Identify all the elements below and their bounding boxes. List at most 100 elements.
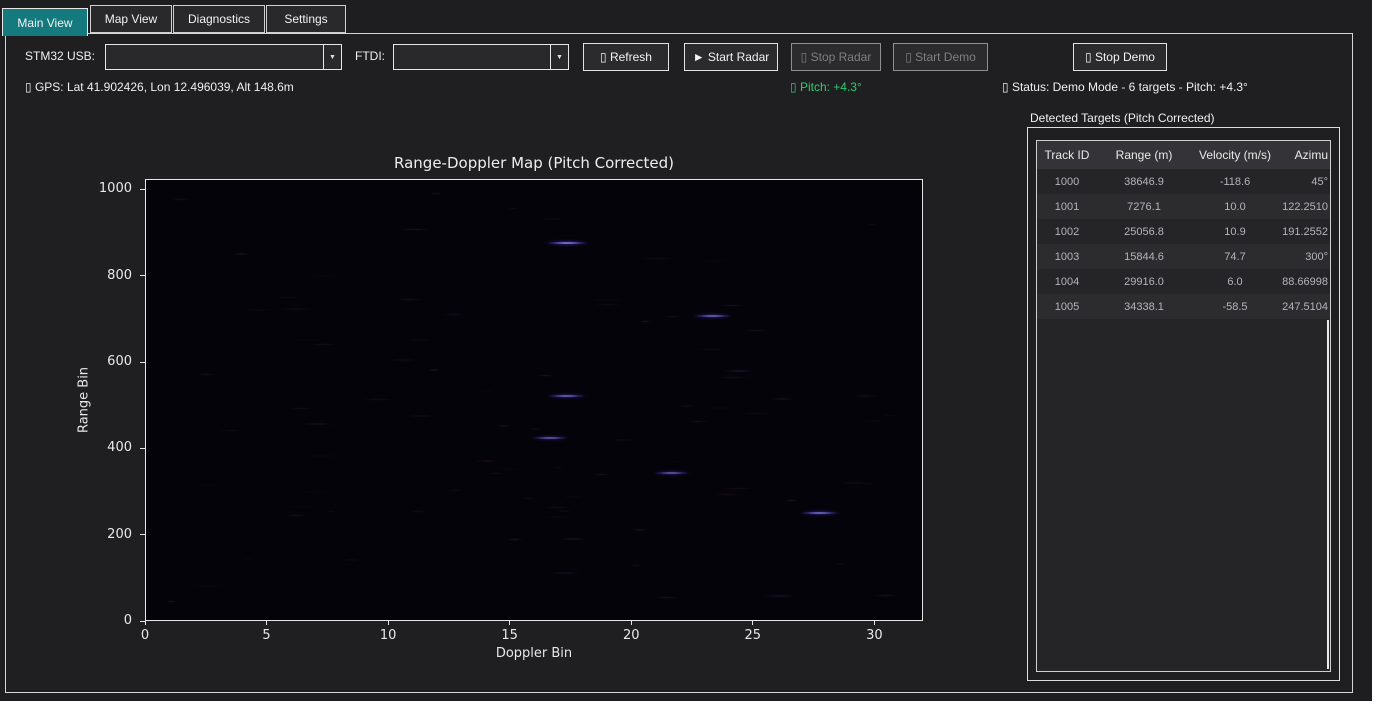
noise-speckle: [298, 455, 345, 458]
tab-map-view[interactable]: Map View: [90, 5, 172, 33]
noise-speckle: [470, 459, 504, 463]
col-velocity: Velocity (m/s): [1191, 148, 1279, 162]
noise-speckle: [588, 303, 628, 306]
noise-speckle: [756, 594, 803, 598]
col-range: Range (m): [1097, 148, 1191, 162]
y-tick-mark: [140, 621, 145, 622]
noise-speckle: [406, 510, 431, 514]
noise-speckle: [693, 260, 735, 262]
noise-speckle: [426, 368, 443, 372]
y-tick-label: 1000: [70, 181, 132, 196]
cell-track-id: 1002: [1037, 226, 1097, 238]
noise-speckle: [832, 563, 850, 566]
noise-speckle: [534, 374, 557, 377]
noise-speckle: [605, 439, 642, 441]
cell-range: 7276.1: [1097, 201, 1191, 213]
table-row[interactable]: 1000 38646.9 -118.6 45°: [1037, 169, 1330, 194]
noise-speckle: [554, 510, 574, 513]
cell-velocity: 10.9: [1191, 226, 1279, 238]
app-window: Main View Map View Diagnostics Settings …: [0, 0, 1372, 701]
table-row[interactable]: 1005 34338.1 -58.5 247.5104: [1037, 294, 1330, 319]
x-tick-mark: [752, 621, 753, 625]
noise-speckle: [697, 407, 744, 409]
noise-speckle: [554, 537, 593, 541]
noise-speckle: [404, 415, 438, 418]
noise-speckle: [229, 252, 254, 256]
noise-speckle: [211, 429, 251, 433]
noise-speckle: [540, 516, 574, 519]
table-row[interactable]: 1001 7276.1 10.0 122.2510: [1037, 194, 1330, 219]
noise-speckle: [879, 414, 901, 418]
target-streak: [683, 311, 742, 321]
ftdi-select[interactable]: ▼: [393, 44, 569, 70]
stop-demo-button[interactable]: ▯ Stop Demo: [1073, 43, 1167, 71]
noise-speckle: [633, 257, 681, 260]
x-tick-label: 30: [854, 628, 894, 643]
noise-speckle: [765, 397, 800, 401]
y-tick-label: 0: [70, 613, 132, 628]
targets-panel-title: Detected Targets (Pitch Corrected): [1030, 111, 1215, 125]
cell-range: 25056.8: [1097, 226, 1191, 238]
y-tick-mark: [140, 189, 145, 190]
stm32-usb-select[interactable]: ▼: [105, 44, 342, 70]
table-header-row: Track ID Range (m) Velocity (m/s) Azimu: [1037, 141, 1330, 169]
x-tick-label: 5: [247, 628, 287, 643]
table-row[interactable]: 1002 25056.8 10.9 191.2552: [1037, 219, 1330, 244]
target-streak: [789, 508, 849, 518]
noise-speckle: [833, 481, 876, 485]
x-tick-label: 0: [125, 628, 165, 643]
x-tick-mark: [509, 621, 510, 625]
col-track-id: Track ID: [1037, 148, 1097, 162]
noise-speckle: [494, 424, 513, 427]
noise-speckle: [168, 198, 193, 200]
cell-velocity: 10.0: [1191, 201, 1279, 213]
x-tick-mark: [388, 621, 389, 625]
cell-azimuth: 247.5104: [1279, 301, 1330, 313]
x-tick-label: 25: [733, 628, 773, 643]
table-scrollbar[interactable]: [1327, 320, 1329, 669]
noise-speckle: [533, 218, 572, 221]
cell-track-id: 1004: [1037, 276, 1097, 288]
tab-settings[interactable]: Settings: [266, 5, 346, 33]
target-streak: [535, 238, 599, 248]
noise-speckle: [302, 275, 347, 277]
targets-table[interactable]: Track ID Range (m) Velocity (m/s) Azimu …: [1036, 140, 1331, 672]
noise-speckle: [584, 299, 631, 302]
cell-azimuth: 122.2510: [1279, 201, 1330, 213]
noise-speckle: [691, 348, 733, 351]
start-radar-button[interactable]: ► Start Radar: [684, 43, 778, 71]
y-tick-mark: [140, 362, 145, 363]
noise-speckle: [549, 466, 567, 469]
target-streak: [537, 391, 596, 401]
tab-diagnostics[interactable]: Diagnostics: [173, 5, 265, 33]
chart-title: Range-Doppler Map (Pitch Corrected): [145, 154, 923, 172]
y-tick-label: 800: [70, 268, 132, 283]
ftdi-label: FTDI:: [355, 49, 385, 63]
noise-speckle: [339, 558, 364, 562]
noise-speckle: [303, 343, 345, 346]
noise-speckle: [539, 506, 574, 510]
tab-main-view[interactable]: Main View: [2, 8, 88, 36]
chevron-down-icon: ▼: [550, 45, 568, 69]
noise-speckle: [490, 468, 525, 470]
table-row[interactable]: 1004 29916.0 6.0 88.66998: [1037, 269, 1330, 294]
noise-speckle: [442, 489, 466, 492]
noise-speckle: [869, 594, 902, 597]
cell-track-id: 1001: [1037, 201, 1097, 213]
noise-speckle: [282, 514, 312, 517]
table-row[interactable]: 1003 15844.6 74.7 300°: [1037, 244, 1330, 269]
cell-azimuth: 300°: [1279, 251, 1330, 263]
x-tick-mark: [874, 621, 875, 625]
y-tick-mark: [140, 448, 145, 449]
noise-speckle: [519, 497, 539, 500]
refresh-button[interactable]: ▯ Refresh: [583, 43, 669, 71]
noise-speckle: [272, 308, 319, 311]
cell-range: 15844.6: [1097, 251, 1191, 263]
cell-range: 29916.0: [1097, 276, 1191, 288]
cell-velocity: 6.0: [1191, 276, 1279, 288]
noise-speckle: [476, 390, 496, 393]
cell-velocity: 74.7: [1191, 251, 1279, 263]
noise-speckle: [292, 491, 336, 493]
cell-velocity: -58.5: [1191, 301, 1279, 313]
chevron-down-icon: ▼: [323, 45, 341, 69]
